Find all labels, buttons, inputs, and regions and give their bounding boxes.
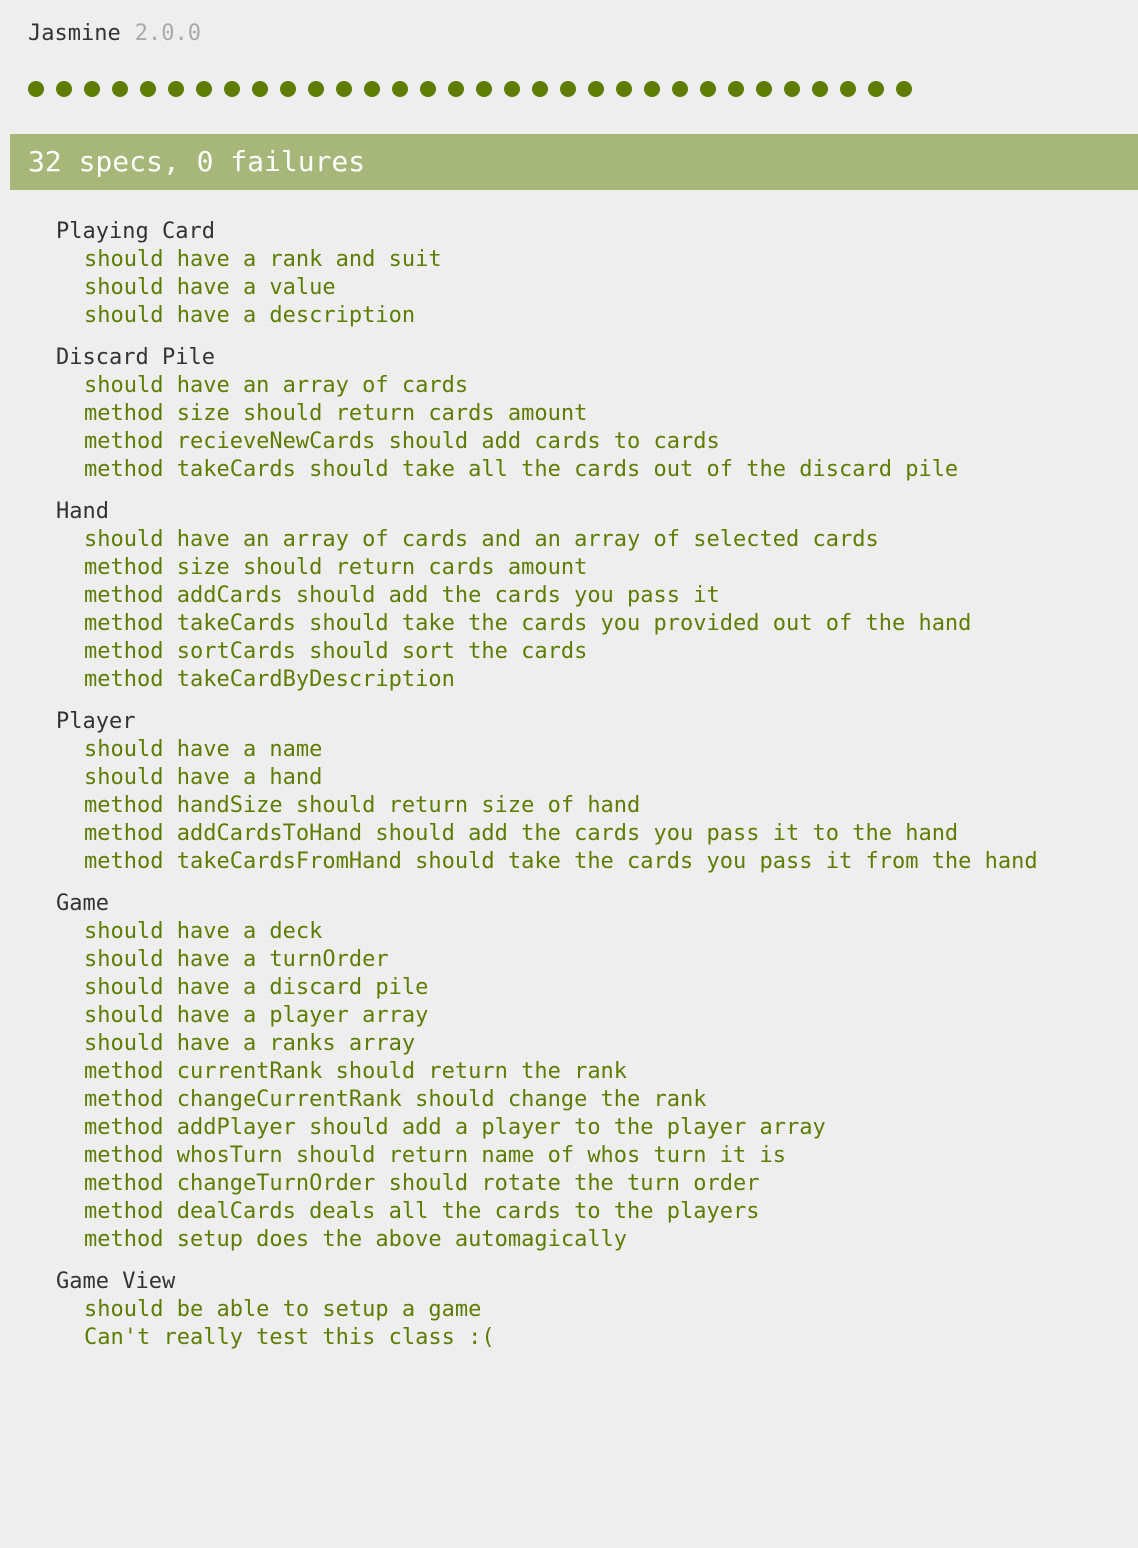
suite-title[interactable]: Hand: [56, 498, 1126, 526]
spec-dot-icon[interactable]: [280, 81, 296, 97]
suite-title[interactable]: Discard Pile: [56, 344, 1126, 372]
spec-dot-icon[interactable]: [476, 81, 492, 97]
spec-item[interactable]: method whosTurn should return name of wh…: [84, 1142, 1126, 1170]
results-summary-bar: 32 specs, 0 failures: [10, 134, 1138, 190]
spec-dot-icon[interactable]: [756, 81, 772, 97]
suite: Discard Pile should have an array of card…: [56, 344, 1126, 484]
spec-dot-icon[interactable]: [112, 81, 128, 97]
spec-dot-icon[interactable]: [420, 81, 436, 97]
results-summary-text: 32 specs, 0 failures: [28, 145, 366, 178]
spec-item[interactable]: method currentRank should return the ran…: [84, 1058, 1126, 1086]
spec-item[interactable]: should have a turnOrder: [84, 946, 1126, 974]
spec-dot-icon[interactable]: [616, 81, 632, 97]
suite-title[interactable]: Game: [56, 890, 1126, 918]
app-title: Jasmine: [28, 21, 121, 46]
suite: Hand should have an array of cards and an…: [56, 498, 1126, 694]
spec-item[interactable]: should have a discard pile: [84, 974, 1126, 1002]
suite: Playing Card should have a rank and suit s…: [56, 218, 1126, 330]
spec-dot-icon[interactable]: [896, 81, 912, 97]
spec-item[interactable]: method size should return cards amount: [84, 554, 1126, 582]
spec-dot-icon[interactable]: [140, 81, 156, 97]
spec-item[interactable]: should have a deck: [84, 918, 1126, 946]
spec-dot-icon[interactable]: [224, 81, 240, 97]
spec-dot-icon[interactable]: [504, 81, 520, 97]
spec-item[interactable]: method addCards should add the cards you…: [84, 582, 1126, 610]
spec-results-list: Playing Card should have a rank and suit s…: [56, 218, 1126, 1366]
spec-item[interactable]: should have a value: [84, 274, 1126, 302]
spec-dot-icon[interactable]: [28, 81, 44, 97]
spec-dot-icon[interactable]: [672, 81, 688, 97]
spec-item[interactable]: method takeCardsFromHand should take the…: [84, 848, 1126, 876]
spec-item[interactable]: Can't really test this class :(: [84, 1324, 1126, 1352]
spec-dot-icon[interactable]: [308, 81, 324, 97]
spec-dot-icon[interactable]: [812, 81, 828, 97]
suite: Game should have a deck should have a turn…: [56, 890, 1126, 1254]
version-label: 2.0.0: [134, 21, 201, 46]
spec-dot-icon[interactable]: [840, 81, 856, 97]
spec-dot-icon[interactable]: [532, 81, 548, 97]
spec-item[interactable]: should have a player array: [84, 1002, 1126, 1030]
spec-dot-icon[interactable]: [196, 81, 212, 97]
spec-item[interactable]: method changeCurrentRank should change t…: [84, 1086, 1126, 1114]
spec-item[interactable]: method setup does the above automagicall…: [84, 1226, 1126, 1254]
spec-dot-icon[interactable]: [364, 81, 380, 97]
jasmine-banner: Jasmine 2.0.0: [28, 18, 201, 50]
spec-dot-icon[interactable]: [784, 81, 800, 97]
spec-dot-icon[interactable]: [84, 81, 100, 97]
spec-dot-icon[interactable]: [392, 81, 408, 97]
suite: Player should have a name should have a ha…: [56, 708, 1126, 876]
spec-dot-icon[interactable]: [560, 81, 576, 97]
spec-item[interactable]: method takeCards should take all the car…: [84, 456, 1126, 484]
spec-item[interactable]: should have an array of cards: [84, 372, 1126, 400]
suite-title[interactable]: Game View: [56, 1268, 1126, 1296]
spec-dot-icon[interactable]: [700, 81, 716, 97]
spec-item[interactable]: should have an array of cards and an arr…: [84, 526, 1126, 554]
spec-dot-icon[interactable]: [56, 81, 72, 97]
spec-dot-icon[interactable]: [644, 81, 660, 97]
spec-dot-icon[interactable]: [868, 81, 884, 97]
spec-item[interactable]: method handSize should return size of ha…: [84, 792, 1126, 820]
spec-dot-icon[interactable]: [252, 81, 268, 97]
spec-item[interactable]: method sortCards should sort the cards: [84, 638, 1126, 666]
spec-item[interactable]: should have a name: [84, 736, 1126, 764]
spec-item[interactable]: method changeTurnOrder should rotate the…: [84, 1170, 1126, 1198]
spec-item[interactable]: method dealCards deals all the cards to …: [84, 1198, 1126, 1226]
spec-item[interactable]: should have a description: [84, 302, 1126, 330]
spec-item[interactable]: should have a hand: [84, 764, 1126, 792]
spec-item[interactable]: method recieveNewCards should add cards …: [84, 428, 1126, 456]
spec-item[interactable]: method takeCardByDescription: [84, 666, 1126, 694]
spec-dot-icon[interactable]: [448, 81, 464, 97]
spec-item[interactable]: should have a rank and suit: [84, 246, 1126, 274]
spec-dot-icon[interactable]: [588, 81, 604, 97]
suite-title[interactable]: Player: [56, 708, 1126, 736]
spec-item[interactable]: method addPlayer should add a player to …: [84, 1114, 1126, 1142]
spec-item[interactable]: method size should return cards amount: [84, 400, 1126, 428]
suite-title[interactable]: Playing Card: [56, 218, 1126, 246]
spec-dot-icon[interactable]: [168, 81, 184, 97]
spec-item[interactable]: should have a ranks array: [84, 1030, 1126, 1058]
spec-item[interactable]: method addCardsToHand should add the car…: [84, 820, 1126, 848]
spec-dot-icon[interactable]: [728, 81, 744, 97]
spec-dot-icon[interactable]: [336, 81, 352, 97]
spec-status-dots: [28, 81, 924, 97]
suite: Game View should be able to setup a game C…: [56, 1268, 1126, 1352]
spec-item[interactable]: should be able to setup a game: [84, 1296, 1126, 1324]
spec-item[interactable]: method takeCards should take the cards y…: [84, 610, 1126, 638]
